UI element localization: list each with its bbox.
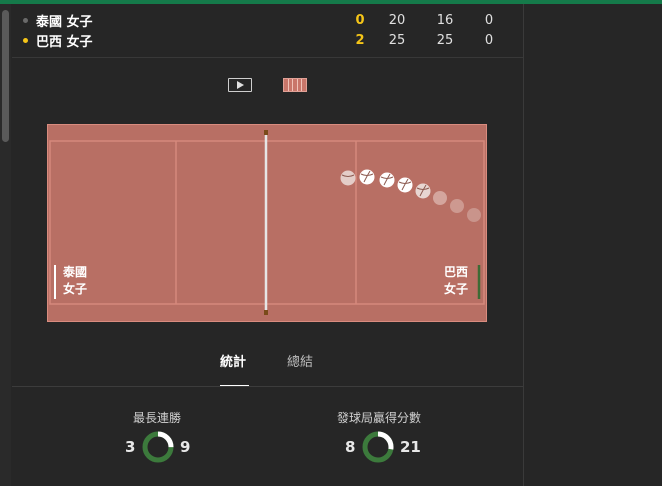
set1-score: 25	[388, 32, 406, 48]
net-post-bottom	[264, 310, 268, 315]
stat-title-longest-streak: 最長連勝	[132, 411, 181, 425]
set3-score: 0	[484, 12, 494, 28]
ball-trail-icon	[467, 208, 481, 222]
serve-donut-chart	[362, 431, 394, 463]
court-view-button[interactable]	[283, 78, 307, 92]
streak-donut-chart	[142, 431, 174, 463]
tab-divider	[12, 386, 523, 387]
sets-won: 2	[355, 32, 365, 48]
serve-indicator-dot	[23, 37, 28, 43]
ball-trail-icon	[433, 191, 447, 205]
set2-score: 25	[436, 32, 454, 48]
scrollbar-thumb[interactable]	[2, 10, 9, 142]
team-name: 泰國 女子	[36, 14, 93, 30]
serve-indicator-dot	[23, 17, 28, 23]
stat-right-value: 21	[400, 438, 421, 456]
court-team-right: 巴西 女子	[444, 264, 468, 298]
score-row-brazil[interactable]: 巴西 女子 2 25 25 0	[12, 30, 523, 50]
set2-score: 16	[436, 12, 454, 28]
tab-summary[interactable]: 總結	[287, 351, 313, 371]
stat-left-value: 3	[125, 438, 136, 456]
set3-score: 0	[484, 32, 494, 48]
ball-trail-icon	[450, 199, 464, 213]
scrollbar-track[interactable]	[0, 4, 11, 486]
team-label-line: 巴西	[444, 265, 469, 279]
team-label-line: 女子	[63, 282, 88, 296]
sets-won: 0	[355, 12, 365, 28]
volleyball-icon	[340, 170, 356, 186]
side-panel	[524, 4, 662, 486]
play-icon	[237, 81, 244, 89]
stat-title-serve-points: 發球局贏得分數	[336, 411, 421, 425]
tab-stats[interactable]: 統計	[220, 351, 246, 371]
volleyball-court	[47, 124, 487, 322]
video-view-button[interactable]	[228, 78, 252, 92]
divider	[12, 57, 523, 58]
court-team-left: 泰國 女子	[63, 264, 87, 298]
team-label-line: 女子	[444, 282, 469, 296]
stat-left-value: 8	[345, 438, 356, 456]
team-name: 巴西 女子	[36, 34, 93, 50]
team-label-line: 泰國	[63, 265, 88, 279]
stat-right-value: 9	[180, 438, 191, 456]
score-row-thailand[interactable]: 泰國 女子 0 20 16 0	[12, 10, 523, 30]
set1-score: 20	[388, 12, 406, 28]
net-post-top	[264, 130, 268, 135]
